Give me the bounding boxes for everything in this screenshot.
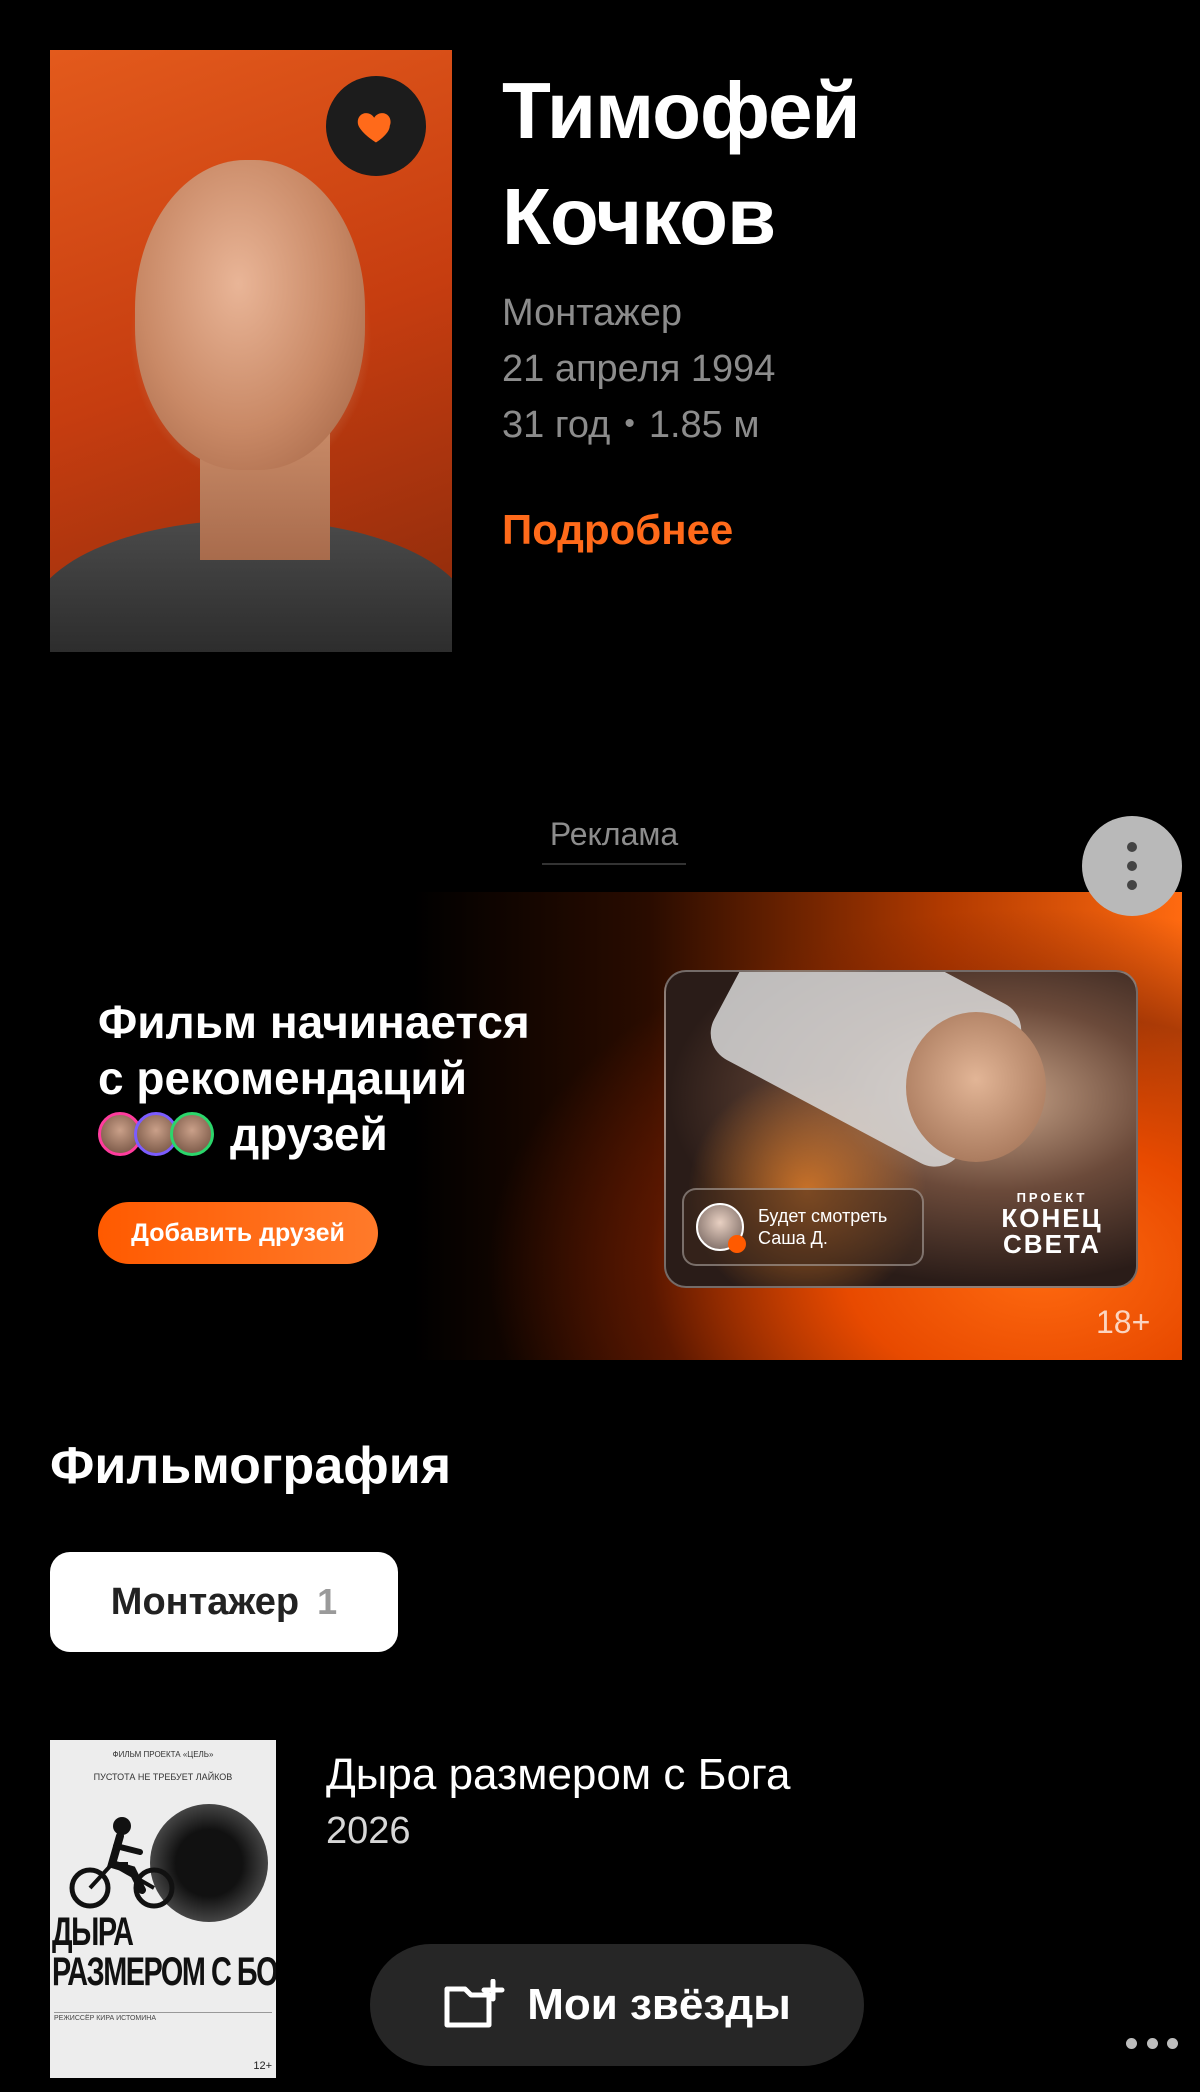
ad-banner[interactable]: Фильм начинается с рекомендаций друзей Д…	[0, 892, 1182, 1360]
will-watch-pill: Будет смотреть Саша Д.	[682, 1188, 924, 1266]
ad-headline-friends: друзей	[230, 1108, 388, 1160]
friend-avatar	[696, 1203, 746, 1253]
person-name-last: Кочков	[502, 172, 776, 261]
movie-logo-line2: СВЕТА	[1003, 1229, 1101, 1259]
ad-age-rating: 18+	[1096, 1304, 1151, 1340]
my-stars-label: Мои звёзды	[527, 1980, 791, 2029]
more-vertical-icon	[1127, 880, 1137, 890]
more-details-link[interactable]: Подробнее	[502, 506, 733, 554]
ad-menu-button[interactable]	[1082, 816, 1182, 916]
friends-avatars	[98, 1112, 220, 1156]
film-year: 2026	[326, 1810, 411, 1852]
film-poster[interactable]: ФИЛЬМ ПРОЕКТА «ЦЕЛЬ» ПУСТОТА НЕ ТРЕБУЕТ …	[50, 1740, 276, 2078]
separator-dot: •	[624, 407, 635, 440]
ad-movie-card: Будет смотреть Саша Д. ПРОЕКТ КОНЕЦ СВЕТ…	[664, 970, 1138, 1288]
movie-logo: ПРОЕКТ КОНЕЦ СВЕТА	[982, 1190, 1122, 1257]
more-vertical-icon	[1127, 861, 1137, 871]
person-role: Монтажер	[502, 292, 682, 334]
photo-head	[135, 160, 365, 470]
filter-chip-editor[interactable]: Монтажер 1	[50, 1552, 398, 1652]
person-name: Тимофей Кочков	[502, 58, 861, 270]
poster-tagline: ПУСТОТА НЕ ТРЕБУЕТ ЛАЙКОВ	[93, 1772, 233, 1782]
poster-title-line1: ДЫРА	[52, 1910, 134, 1954]
filter-chip-label: Монтажер	[110, 1580, 300, 1623]
movie-logo-line1: КОНЕЦ	[1001, 1203, 1103, 1233]
heart-icon	[357, 113, 391, 143]
more-horizontal-icon[interactable]	[1126, 2036, 1178, 2050]
will-watch-name: Саша Д.	[758, 1228, 828, 1248]
film-title[interactable]: Дыра размером с Бога	[326, 1750, 790, 1800]
filter-chip-count: 1	[317, 1581, 338, 1622]
ad-headline-line3: друзей	[98, 1106, 530, 1162]
favorite-button[interactable]	[326, 76, 426, 176]
poster-rating: 12+	[253, 2060, 272, 2072]
dot	[1167, 2037, 1178, 2049]
dot	[1126, 2037, 1137, 2049]
add-friends-button[interactable]: Добавить друзей	[98, 1202, 378, 1264]
ad-label: Реклама	[542, 816, 686, 865]
poster-title-line2: РАЗМЕРОМ С БОГА.	[52, 1950, 276, 1994]
poster-credits: РЕЖИССЁР КИРА ИСТОМИНА	[54, 2012, 272, 2052]
person-age: 31 год	[502, 404, 611, 446]
card-face	[906, 1012, 1046, 1162]
bookmark-badge-icon	[728, 1235, 746, 1253]
will-watch-text: Будет смотреть Саша Д.	[758, 1205, 887, 1249]
ad-headline: Фильм начинается с рекомендаций друзей	[98, 994, 530, 1162]
will-watch-line1: Будет смотреть	[758, 1206, 888, 1226]
ad-headline-line1: Фильм начинается	[98, 996, 530, 1048]
my-stars-button[interactable]: Мои звёзды	[370, 1944, 864, 2066]
friend-avatar	[170, 1112, 214, 1156]
person-height: 1.85 м	[648, 404, 760, 446]
person-name-first: Тимофей	[502, 66, 861, 155]
person-page: Тимофей Кочков Монтажер 21 апреля 1994 3…	[0, 0, 1200, 2092]
more-vertical-icon	[1127, 842, 1137, 852]
bicycle-icon	[69, 1817, 175, 1909]
dot	[1146, 2037, 1158, 2049]
poster-title: ДЫРА РАЗМЕРОМ С БОГА.	[52, 1912, 276, 1992]
poster-top-text: ФИЛЬМ ПРОЕКТА «ЦЕЛЬ»	[112, 1750, 214, 1759]
person-age-height: 31 год • 1.85 м	[502, 404, 760, 447]
filmography-title: Фильмография	[50, 1437, 452, 1495]
add-folder-icon	[444, 1979, 505, 2028]
ad-headline-line2: с рекомендаций	[98, 1052, 467, 1104]
person-birth-date: 21 апреля 1994	[502, 348, 776, 390]
